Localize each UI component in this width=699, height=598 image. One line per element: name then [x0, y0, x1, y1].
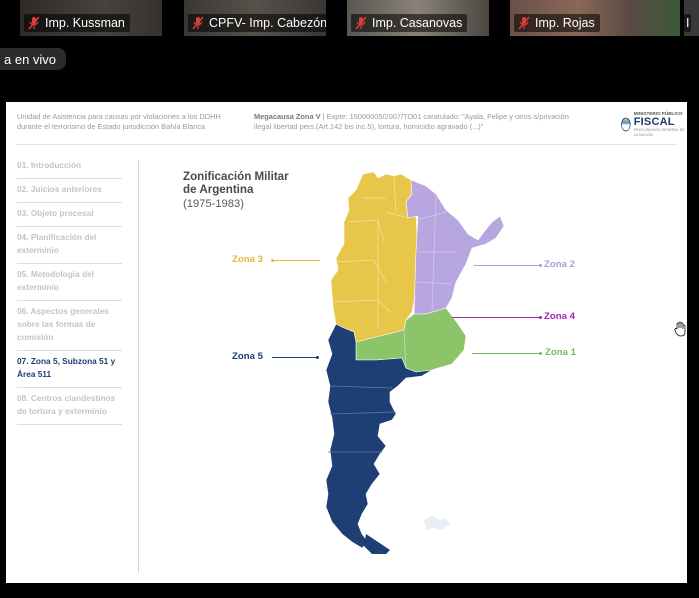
participant-name-tag: CPFV- Imp. Cabezón [188, 14, 326, 32]
live-stream-badge[interactable]: a en vivo [0, 48, 67, 70]
mic-muted-icon [518, 16, 530, 30]
mic-muted-icon [28, 16, 40, 30]
zone-3-region [330, 171, 419, 343]
participant-name: Imp. Casanovas [372, 16, 463, 30]
argentina-zones-map [325, 171, 505, 554]
zone-5-label: Zona 5 [232, 351, 263, 362]
participant-name-tag: Imp. Kussman [24, 14, 130, 32]
zone-1-label: Zona 1 [545, 347, 576, 358]
participant-tile-cabezon[interactable]: CPFV- Imp. Cabezón [184, 0, 326, 36]
islas-malvinas [424, 516, 450, 530]
hand-cursor-icon [674, 321, 686, 337]
zone-5-leader [272, 357, 318, 358]
participant-name-tag: Imp. Casanovas [351, 14, 468, 32]
zone-4-dot [539, 316, 542, 319]
zone-2-label: Zona 2 [544, 259, 575, 270]
zone-3-dot [271, 259, 274, 262]
zone-2-region [405, 179, 505, 315]
mic-muted-icon [192, 16, 204, 30]
zone-2-leader [474, 265, 540, 266]
zone-4-label: Zona 4 [544, 311, 575, 322]
zone-2-dot [539, 264, 542, 267]
participant-name-tag: I [684, 14, 692, 32]
zone-1-leader [472, 353, 540, 354]
participant-tile-rojas[interactable]: Imp. Rojas [510, 0, 680, 36]
participant-name-tag: Imp. Rojas [514, 14, 600, 32]
shared-screen-slide: Unidad de Asistencia para causas por vio… [6, 102, 687, 583]
participant-tile-partial[interactable]: I [684, 0, 699, 36]
tierra-del-fuego [364, 534, 390, 554]
mic-muted-icon [355, 16, 367, 30]
zone-5-dot [316, 356, 319, 359]
participant-tile-kussman[interactable]: Imp. Kussman [20, 0, 162, 36]
zone-1-dot [539, 352, 542, 355]
participant-name: CPFV- Imp. Cabezón [209, 16, 326, 30]
participant-tile-casanovas[interactable]: Imp. Casanovas [347, 0, 489, 36]
zone-4-leader [452, 317, 540, 318]
participant-name: Imp. Kussman [45, 16, 125, 30]
participant-name: Imp. Rojas [535, 16, 595, 30]
zone-3-leader [272, 260, 320, 261]
participant-name: I [686, 16, 690, 30]
zone-3-label: Zona 3 [232, 254, 263, 265]
live-stream-label: a en vivo [4, 51, 57, 67]
